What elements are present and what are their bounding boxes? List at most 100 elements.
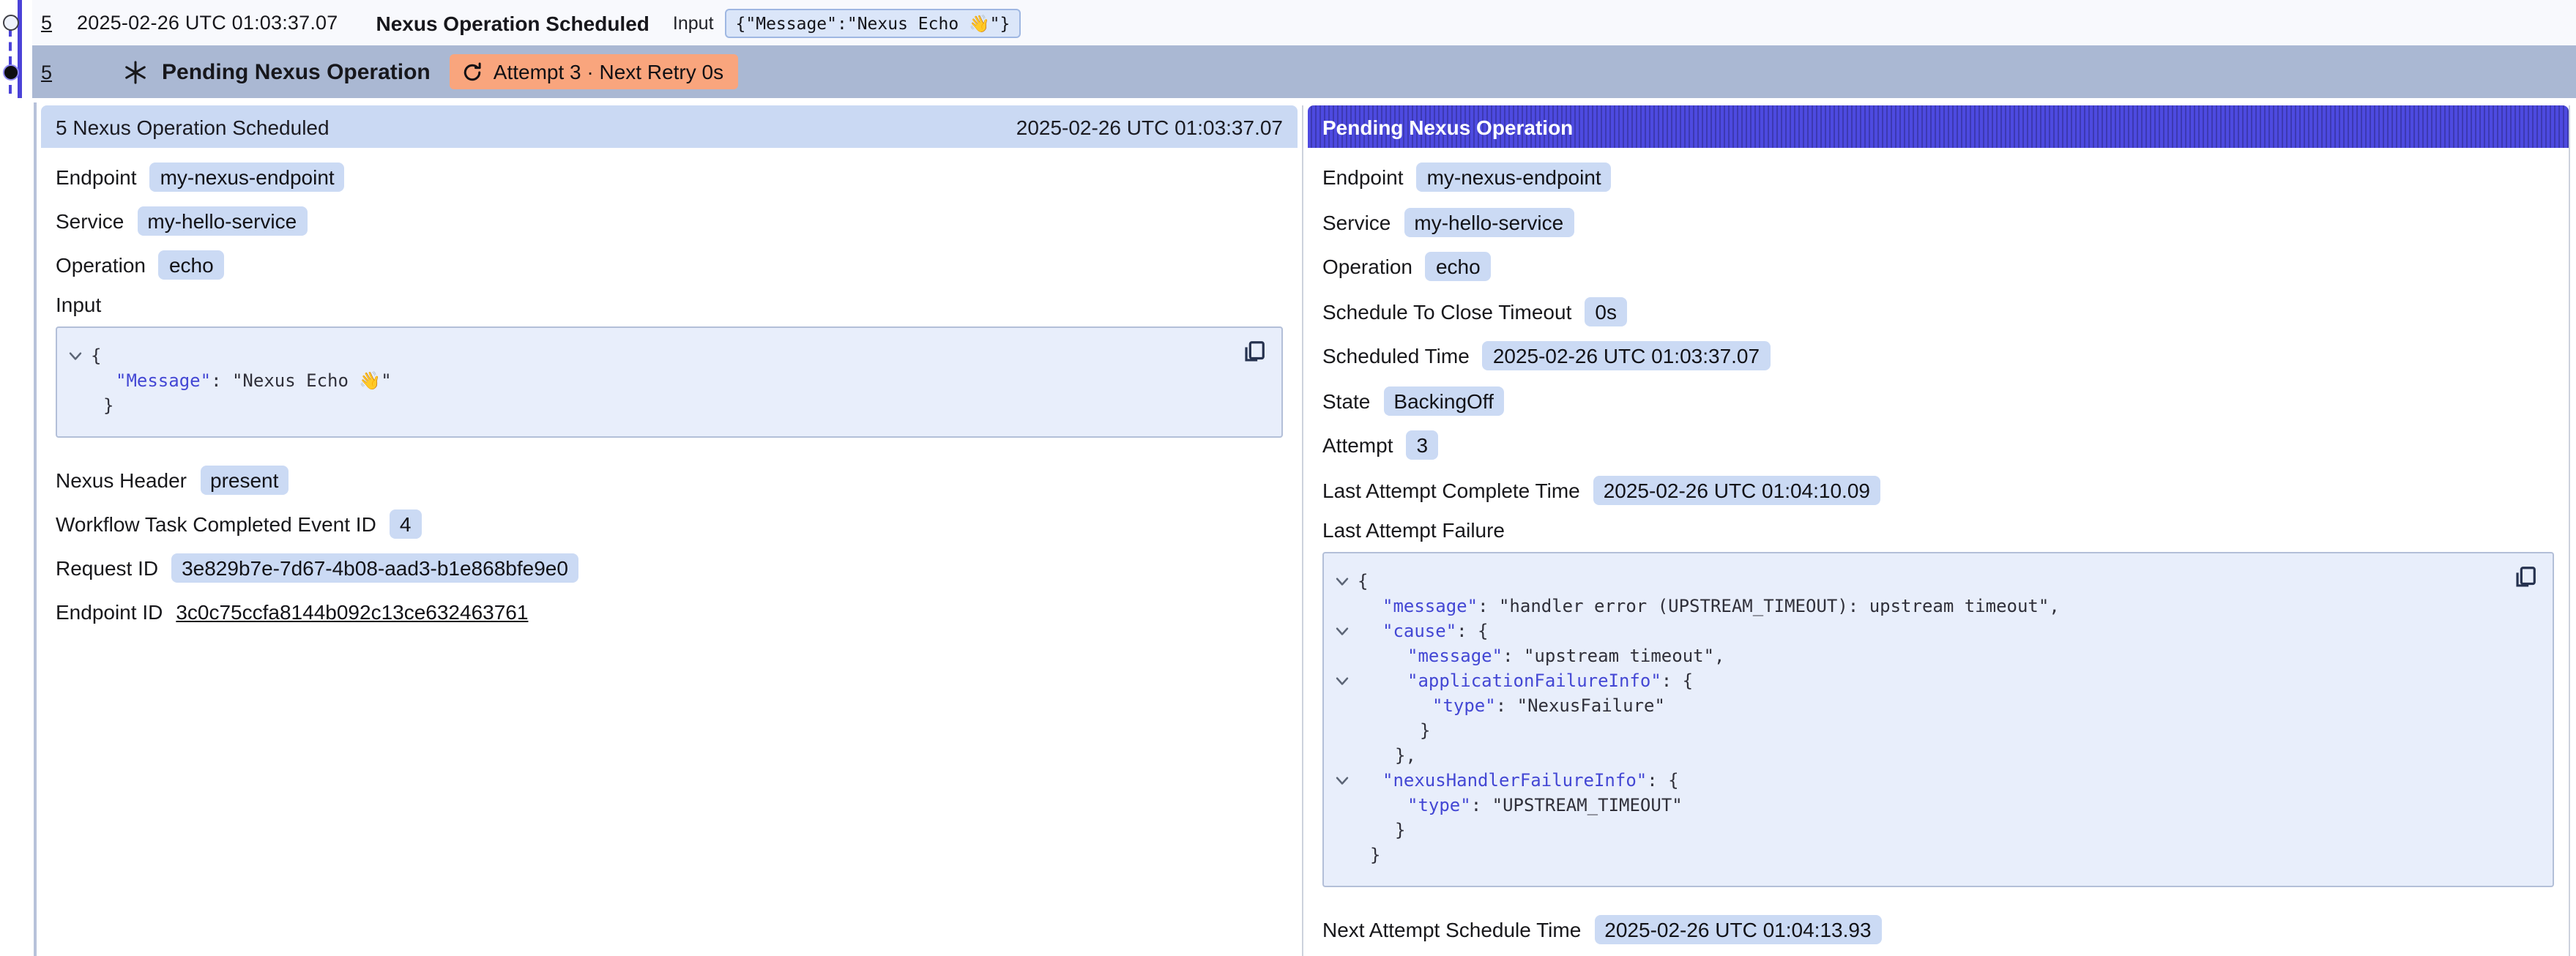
input-label: Input xyxy=(673,12,714,33)
field-value-badge: my-nexus-endpoint xyxy=(150,163,345,192)
field-endpoint: Endpoint my-nexus-endpoint xyxy=(56,161,1283,193)
field-value-badge: my-hello-service xyxy=(137,206,307,236)
field-label: Last Attempt Complete Time xyxy=(1322,478,1580,501)
field-label: Operation xyxy=(56,253,146,277)
field-value-badge: 3 xyxy=(1407,430,1439,460)
collapse-chevron-icon[interactable] xyxy=(69,344,91,369)
json-line: } xyxy=(1336,818,2494,843)
field-value-link[interactable]: 3c0c75ccfa8144b092c13ce632463761 xyxy=(176,600,528,624)
json-line-text: "applicationFailureInfo": { xyxy=(1358,669,1693,694)
field-label: Workflow Task Completed Event ID xyxy=(56,512,376,536)
collapse-chevron-icon[interactable] xyxy=(1336,669,1358,694)
json-token: } xyxy=(1420,720,1430,741)
json-line: { xyxy=(69,344,1223,369)
field-label: State xyxy=(1322,389,1370,412)
pending-operation-panel: Pending Nexus Operation Endpointmy-nexus… xyxy=(1308,105,2570,956)
field-state: StateBackingOff xyxy=(1322,384,2554,417)
json-key: "Message" xyxy=(116,370,211,391)
json-key: "cause" xyxy=(1382,621,1456,641)
json-line: } xyxy=(1336,719,2494,744)
json-line: { xyxy=(1336,570,2494,594)
field-request-id: Request ID3e829b7e-7d67-4b08-aad3-b1e868… xyxy=(56,552,1283,584)
json-token: } xyxy=(1395,820,1405,840)
collapse-chevron-icon[interactable] xyxy=(1336,570,1358,594)
json-line: } xyxy=(1336,843,2494,868)
field-next-attempt-schedule-time: Next Attempt Schedule Time2025-02-26 UTC… xyxy=(1322,914,2554,946)
json-line-text: "cause": { xyxy=(1358,619,1489,644)
gutter-spacer xyxy=(69,369,91,394)
input-payload-chip: {"Message":"Nexus Echo 👋"} xyxy=(726,8,1021,37)
gutter-spacer xyxy=(1336,843,1358,868)
timeline-node-open-icon xyxy=(3,14,19,30)
json-key: "applicationFailureInfo" xyxy=(1407,671,1661,691)
copy-icon xyxy=(1242,340,1267,365)
gutter-spacer xyxy=(1336,744,1358,769)
copy-icon xyxy=(2513,565,2538,590)
timeline-node-current-icon xyxy=(3,64,19,80)
json-key: "message" xyxy=(1382,596,1478,616)
field-label: Attempt xyxy=(1322,433,1393,457)
field-label: Endpoint xyxy=(56,165,137,189)
json-line-text: }, xyxy=(1358,744,1416,769)
pending-panel-header: Pending Nexus Operation xyxy=(1308,105,2569,148)
json-token: : xyxy=(211,370,232,391)
json-token: }, xyxy=(1395,745,1416,766)
field-value-badge: 2025-02-26 UTC 01:04:10.09 xyxy=(1593,475,1880,504)
json-line: "Message": "Nexus Echo 👋" xyxy=(69,369,1223,394)
json-key: "nexusHandlerFailureInfo" xyxy=(1382,770,1647,791)
last-attempt-failure-label: Last Attempt Failure xyxy=(1322,518,2554,542)
json-line-text: "type": "NexusFailure" xyxy=(1358,694,1665,719)
json-line: } xyxy=(69,394,1223,419)
json-line-text: "type": "UPSTREAM_TIMEOUT" xyxy=(1358,793,1683,818)
json-line: "cause": { xyxy=(1336,619,2494,644)
field-label: Service xyxy=(1322,210,1391,234)
json-token: : { xyxy=(1647,770,1678,791)
json-line-text: } xyxy=(1358,719,1430,744)
field-endpoint: Endpointmy-nexus-endpoint xyxy=(1322,161,2554,193)
field-value-badge: 2025-02-26 UTC 01:03:37.07 xyxy=(1483,341,1770,370)
field-label: Service xyxy=(56,209,124,233)
json-token: } xyxy=(103,395,113,416)
field-label: Endpoint xyxy=(1322,165,1404,189)
field-workflow-task-completed-event-id: Workflow Task Completed Event ID4 xyxy=(56,508,1283,540)
json-token: "NexusFailure" xyxy=(1517,695,1665,716)
json-line-text: "nexusHandlerFailureInfo": { xyxy=(1358,769,1679,793)
event-title: Pending Nexus Operation xyxy=(162,59,431,84)
field-service: Service my-hello-service xyxy=(56,205,1283,237)
retry-icon xyxy=(461,61,483,83)
pending-asterisk-icon xyxy=(122,59,147,84)
event-row-pending[interactable]: 5 Pending Nexus Operation Attempt 3 · Ne… xyxy=(32,45,2576,98)
field-scheduled-time: Scheduled Time2025-02-26 UTC 01:03:37.07 xyxy=(1322,340,2554,372)
field-schedule-to-close-timeout: Schedule To Close Timeout0s xyxy=(1322,295,2554,327)
scheduled-panel-timestamp: 2025-02-26 UTC 01:03:37.07 xyxy=(1016,115,1283,138)
json-token: : xyxy=(1478,596,1499,616)
scheduled-event-panel: 5 Nexus Operation Scheduled 2025-02-26 U… xyxy=(41,105,1298,956)
retry-badge-label: Attempt 3 · Next Retry 0s xyxy=(494,60,723,83)
collapse-chevron-icon[interactable] xyxy=(1336,769,1358,793)
gutter-spacer xyxy=(1336,818,1358,843)
event-id-link[interactable]: 5 xyxy=(41,12,52,34)
gutter-spacer xyxy=(1336,644,1358,669)
timeline-connector-line xyxy=(9,28,12,94)
event-id-link[interactable]: 5 xyxy=(41,61,52,83)
field-endpoint-id: Endpoint ID3c0c75ccfa8144b092c13ce632463… xyxy=(56,596,1283,628)
copy-button[interactable] xyxy=(2513,565,2538,590)
copy-button[interactable] xyxy=(1242,340,1267,365)
json-token: "Nexus Echo 👋" xyxy=(232,370,392,391)
json-token: "upstream timeout", xyxy=(1524,646,1725,666)
field-value-badge: echo xyxy=(159,250,224,280)
json-line: "type": "NexusFailure" xyxy=(1336,694,2494,719)
panel-divider xyxy=(1302,105,1303,956)
gutter-spacer xyxy=(1336,793,1358,818)
json-line: }, xyxy=(1336,744,2494,769)
field-label: Nexus Header xyxy=(56,468,187,492)
collapse-chevron-icon[interactable] xyxy=(1336,619,1358,644)
field-value-badge: present xyxy=(200,466,289,495)
json-key: "type" xyxy=(1432,695,1496,716)
event-timestamp: 2025-02-26 UTC 01:03:37.07 xyxy=(77,12,338,34)
event-row-scheduled[interactable]: 5 2025-02-26 UTC 01:03:37.07 Nexus Opera… xyxy=(32,0,2576,45)
field-nexus-header: Nexus Header present xyxy=(56,464,1283,496)
gutter-spacer xyxy=(1336,694,1358,719)
json-line-text: "Message": "Nexus Echo 👋" xyxy=(91,369,392,394)
input-json-viewer: {"Message": "Nexus Echo 👋"} xyxy=(56,326,1283,438)
